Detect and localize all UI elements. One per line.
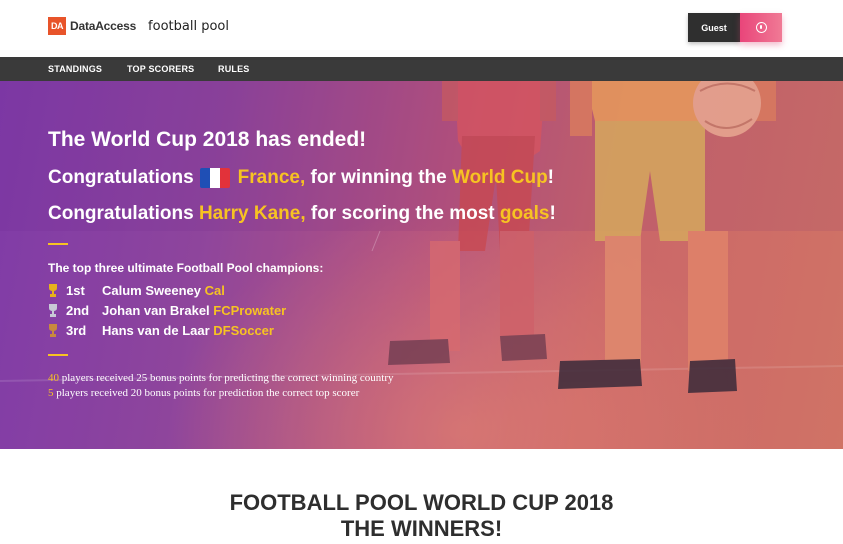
guest-button[interactable]: Guest <box>688 13 740 42</box>
champion-rank: 3rd <box>66 323 87 338</box>
bonus-line-2: 5 players received 20 bonus points for p… <box>48 387 359 399</box>
logo-text: DataAccess <box>70 19 137 33</box>
user-account-button[interactable] <box>740 13 782 42</box>
trophy-bronze-icon <box>49 324 57 337</box>
logo-mark: DA <box>48 17 66 35</box>
goals-highlight: goals <box>499 203 550 224</box>
hero-headline: The World Cup 2018 has ended! <box>48 128 367 151</box>
bonus-count: 40 <box>48 372 59 384</box>
main-nav: STANDINGS TOP SCORERS RULES <box>0 57 843 81</box>
champion-rank: 1st <box>66 283 85 298</box>
bonus-line-1: 40 players received 25 bonus points for … <box>48 372 394 384</box>
congrats-scorer: Congratulations Harry Kane, for scoring … <box>48 203 556 225</box>
nav-standings[interactable]: STANDINGS <box>48 57 102 81</box>
champion-team: Cal <box>204 283 225 298</box>
congrats-scorer-prefix: Congratulations <box>48 203 194 224</box>
champion-rank: 2nd <box>66 303 90 318</box>
champion-team: DFSoccer <box>213 323 274 338</box>
divider <box>48 354 68 356</box>
user-icon <box>755 22 767 33</box>
france-flag-icon <box>199 168 230 188</box>
event-name: World Cup <box>451 167 548 188</box>
congrats-country-prefix: Congratulations <box>48 167 194 188</box>
champion-name: Johan van Brakel FCProwater <box>102 303 287 318</box>
bonus-count: 5 <box>48 387 54 399</box>
bonus-text: players received 20 bonus points for pre… <box>56 387 360 399</box>
champions-title: The top three ultimate Football Pool cha… <box>48 261 324 275</box>
nav-rules[interactable]: RULES <box>218 57 250 81</box>
congrats-country-suffix: ! <box>547 167 554 188</box>
congrats-scorer-suffix: ! <box>549 203 556 224</box>
winning-country: France, <box>237 167 306 188</box>
nav-top-scorers[interactable]: TOP SCORERS <box>127 57 194 81</box>
champion-name: Calum Sweeney Cal <box>102 283 225 298</box>
site-header: DA DataAccess football pool Guest <box>0 0 843 57</box>
trophy-gold-icon <box>49 284 57 297</box>
trophy-silver-icon <box>49 304 57 317</box>
section-title-line1: FOOTBALL POOL WORLD CUP 2018 <box>229 490 614 515</box>
champion-name: Hans van de Laar DFSoccer <box>102 323 274 338</box>
section-title: FOOTBALL POOL WORLD CUP 2018 THE WINNERS… <box>0 490 843 542</box>
congrats-country: Congratulations France, for winning the … <box>48 167 554 189</box>
congrats-scorer-middle: for scoring the most <box>310 203 495 224</box>
section-title-line2: THE WINNERS! <box>340 516 503 541</box>
champion-team: FCProwater <box>213 303 287 318</box>
top-scorer-name: Harry Kane, <box>198 203 306 224</box>
divider <box>48 243 68 245</box>
logo[interactable]: DA DataAccess football pool <box>48 17 229 35</box>
hero-banner: The World Cup 2018 has ended! Congratula… <box>0 81 843 449</box>
site-name: football pool <box>148 18 229 34</box>
congrats-country-middle: for winning the <box>310 167 447 188</box>
bonus-text: players received 25 bonus points for pre… <box>61 372 394 384</box>
